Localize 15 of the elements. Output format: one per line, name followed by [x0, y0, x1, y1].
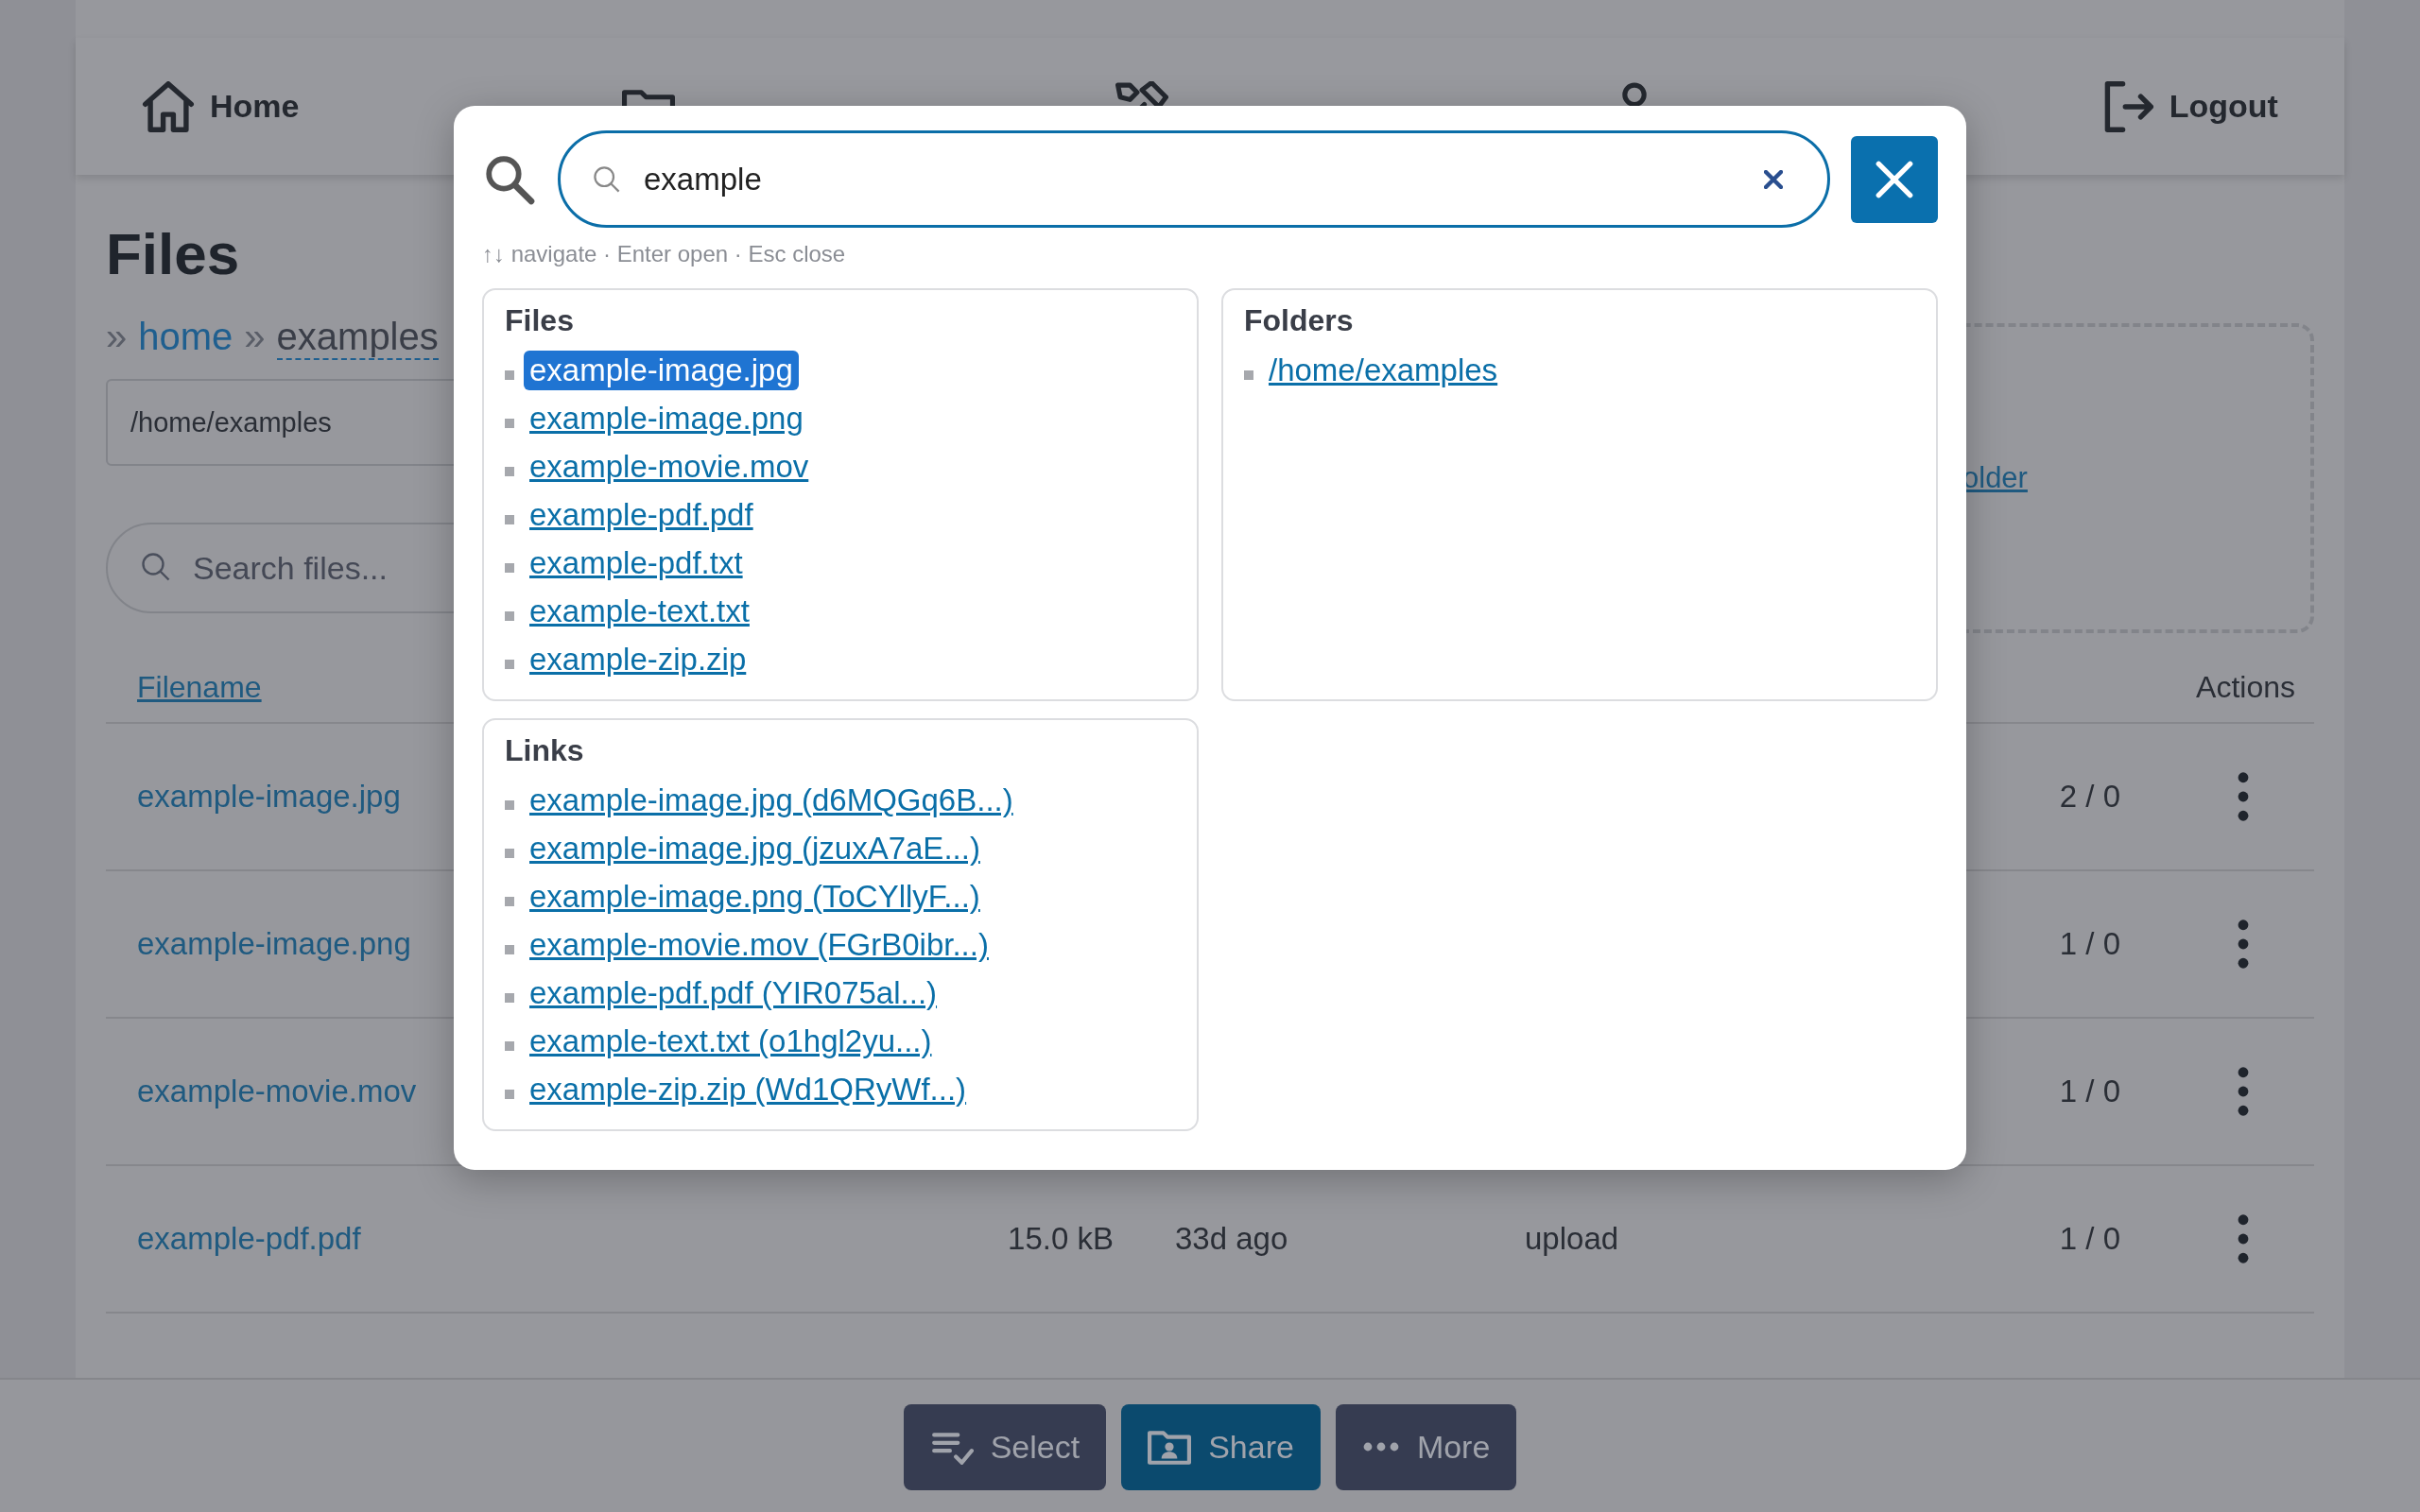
share-count: 1 / 0: [2058, 1221, 2120, 1257]
keyboard-hint: ↑↓ navigate · Enter open · Esc close: [482, 241, 846, 267]
file-source: upload: [1525, 1221, 1620, 1257]
breadcrumb-separator: »: [106, 316, 128, 358]
share-count: 1 / 0: [2058, 1074, 2120, 1109]
share-count: 2 / 0: [2058, 779, 2120, 815]
breadcrumb-separator: »: [244, 316, 266, 358]
file-size: 15.0 kB: [1007, 1221, 1114, 1257]
results-heading: Folders: [1244, 303, 1355, 338]
file-age: 33d ago: [1175, 1221, 1289, 1257]
share-count: 1 / 0: [2058, 926, 2120, 962]
results-heading: Files: [505, 303, 575, 338]
page-title: Files: [106, 220, 240, 287]
column-header: Actions: [2196, 669, 2296, 705]
results-heading: Links: [505, 733, 585, 768]
